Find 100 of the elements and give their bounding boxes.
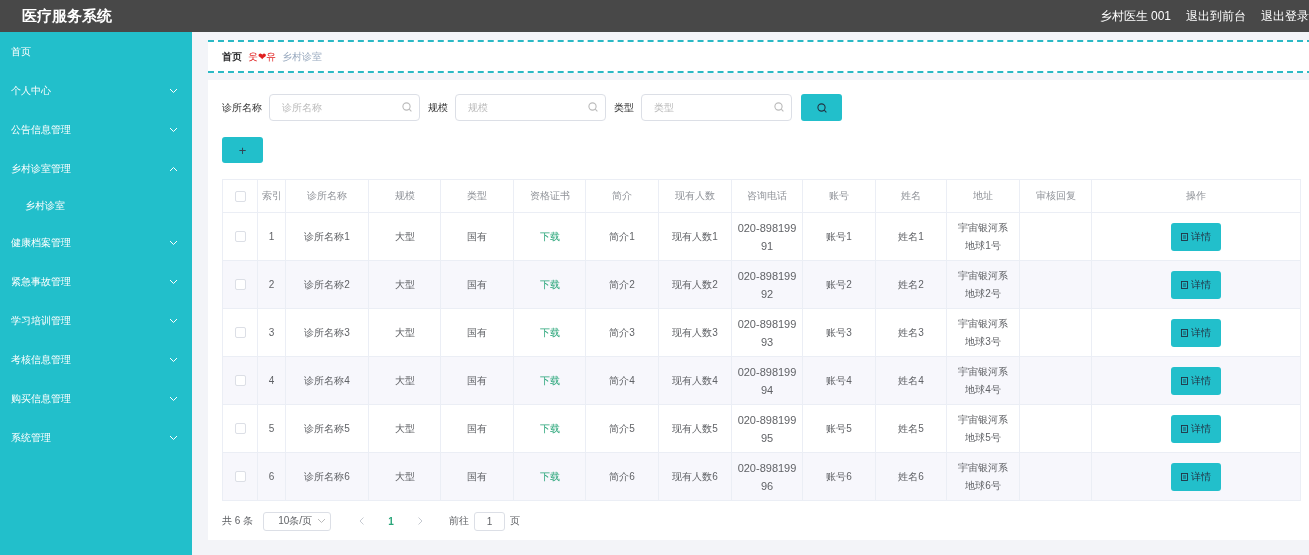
table-cell: 诊所名称6	[285, 452, 369, 501]
table-cell: 账号5	[802, 404, 876, 453]
document-icon	[1181, 280, 1188, 289]
search-field[interactable]: 诊所名称	[269, 94, 420, 121]
sidebar-item[interactable]: 系统管理	[0, 418, 192, 457]
table-cell: 简介1	[585, 212, 659, 261]
table-cell: 账号1	[802, 212, 876, 261]
column-header: 审核回复	[1019, 179, 1092, 213]
download-link[interactable]: 下载	[539, 470, 560, 482]
table-cell: 账号3	[802, 308, 876, 357]
search-icon	[816, 102, 827, 113]
document-icon	[1181, 424, 1188, 433]
column-header: 地址	[946, 179, 1020, 213]
chevron-down-icon	[169, 87, 178, 94]
table-cell-text: 宇宙银河系地球2号	[957, 268, 1009, 301]
column-header: 资格证书	[513, 179, 586, 213]
table-cell: 现有人数4	[658, 356, 732, 405]
breadcrumb-link[interactable]: 首页	[222, 49, 242, 64]
sidebar-item[interactable]: 学习培训管理	[0, 301, 192, 340]
table-cell: 现有人数6	[658, 452, 732, 501]
checkbox[interactable]	[234, 327, 246, 339]
document-icon	[1181, 472, 1188, 481]
table-cell: 国有	[440, 404, 514, 453]
header-link[interactable]: 退出到前台	[1186, 7, 1246, 25]
checkbox[interactable]	[234, 279, 246, 291]
chevron-left-icon	[359, 517, 365, 525]
column-header: 类型	[440, 179, 514, 213]
table-cell: 大型	[368, 452, 441, 501]
table-cell-text: 020-89819994	[737, 364, 797, 398]
download-link[interactable]: 下载	[539, 230, 560, 242]
chevron-down-icon	[169, 317, 178, 324]
download-link[interactable]: 下载	[539, 326, 560, 338]
table-cell: 姓名1	[875, 212, 947, 261]
search-icon	[588, 102, 598, 112]
table-cell: 国有	[440, 212, 514, 261]
download-link[interactable]: 下载	[539, 422, 560, 434]
column-header: 咨询电话	[731, 179, 803, 213]
sidebar-item[interactable]: 健康档案管理	[0, 223, 192, 262]
sidebar-item[interactable]: 乡村诊室管理	[0, 149, 192, 188]
table-cell-text: 020-89819991	[737, 220, 797, 254]
page-input[interactable]: 1	[474, 511, 506, 531]
detail-button[interactable]: 详情	[1171, 270, 1221, 299]
table-cell: 大型	[368, 308, 441, 357]
column-header: 索引	[257, 179, 286, 213]
page-number[interactable]: 1	[376, 515, 407, 527]
column-header: 现有人数	[658, 179, 732, 213]
table-cell: 5	[257, 404, 286, 453]
checkbox[interactable]	[234, 231, 246, 243]
document-icon	[1181, 328, 1188, 337]
document-icon	[1181, 232, 1188, 241]
download-link[interactable]: 下载	[539, 278, 560, 290]
sidebar-item[interactable]: 个人中心	[0, 71, 192, 110]
add-button[interactable]: +	[222, 137, 263, 163]
sidebar-item[interactable]: 购买信息管理	[0, 379, 192, 418]
download-link[interactable]: 下载	[539, 374, 560, 386]
document-icon	[1181, 376, 1188, 385]
table-cell: 简介6	[585, 452, 659, 501]
sidebar-item[interactable]: 紧急事故管理	[0, 262, 192, 301]
table-cell-text: 020-89819992	[737, 268, 797, 302]
detail-button[interactable]: 详情	[1171, 222, 1221, 251]
chevron-down-icon	[317, 518, 327, 524]
chevron-down-icon	[169, 434, 178, 441]
table-cell: 大型	[368, 356, 441, 405]
table-cell-text: 020-89819996	[737, 460, 797, 494]
column-header: 账号	[802, 179, 876, 213]
sidebar-item[interactable]: 公告信息管理	[0, 110, 192, 149]
checkbox[interactable]	[234, 375, 246, 387]
table-cell: 国有	[440, 260, 514, 309]
table-cell: 现有人数3	[658, 308, 732, 357]
search-field[interactable]: 规模	[455, 94, 606, 121]
table-cell: 简介5	[585, 404, 659, 453]
checkbox[interactable]	[234, 190, 246, 202]
table-cell: 姓名2	[875, 260, 947, 309]
checkbox[interactable]	[234, 423, 246, 435]
sidebar-subitem[interactable]: 乡村诊室	[0, 188, 192, 223]
table-cell: 国有	[440, 356, 514, 405]
table-cell: 诊所名称4	[285, 356, 369, 405]
table-cell: 诊所名称3	[285, 308, 369, 357]
app-title: 医疗服务系统	[22, 6, 113, 26]
table-cell: 诊所名称1	[285, 212, 369, 261]
table-cell: 国有	[440, 308, 514, 357]
search-button[interactable]	[801, 94, 842, 121]
header-link[interactable]: 退出登录	[1261, 7, 1309, 25]
page-suffix: 页	[510, 514, 521, 528]
sidebar-item[interactable]: 首页	[0, 32, 192, 71]
chevron-down-icon	[169, 356, 178, 363]
user-name: 乡村医生 001	[1099, 7, 1171, 25]
sidebar-item[interactable]: 考核信息管理	[0, 340, 192, 379]
page-size-select[interactable]: 10条/页	[263, 511, 332, 531]
detail-button[interactable]: 详情	[1171, 462, 1221, 491]
chevron-down-icon	[169, 239, 178, 246]
table-cell-text: 020-89819993	[737, 316, 797, 350]
detail-button[interactable]: 详情	[1171, 318, 1221, 347]
breadcrumb-current: 乡村诊室	[282, 49, 323, 64]
checkbox[interactable]	[234, 471, 246, 483]
table-cell-text: 宇宙银河系地球6号	[957, 460, 1009, 493]
detail-button[interactable]: 详情	[1171, 414, 1221, 443]
detail-button[interactable]: 详情	[1171, 366, 1221, 395]
breadcrumb-separator: 웃❤유	[248, 49, 277, 64]
table-cell-text: 宇宙银河系地球4号	[957, 364, 1009, 397]
